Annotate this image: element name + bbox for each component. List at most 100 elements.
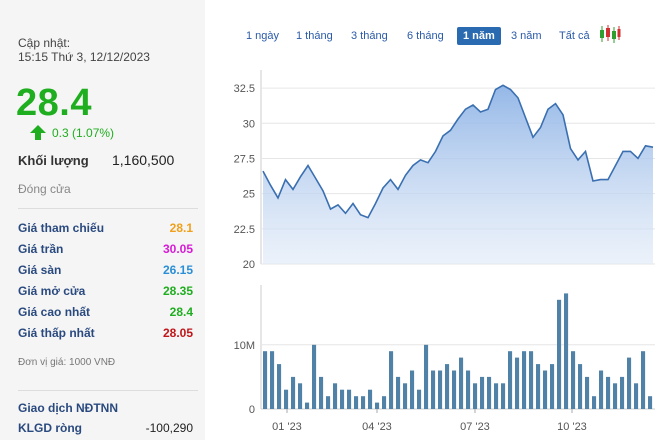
candlestick-icon[interactable] (599, 24, 621, 44)
row-value: 26.15 (162, 263, 193, 277)
volume-bar (592, 396, 597, 409)
tab-1-month[interactable]: 1 tháng (290, 27, 339, 45)
volume-bar (277, 364, 282, 409)
volume-bar (382, 396, 387, 409)
divider (18, 208, 198, 209)
volume-bar (578, 364, 583, 409)
y-tick-label: 20 (243, 259, 255, 270)
tab-1-year[interactable]: 1 năm (457, 27, 501, 45)
change-value: 0.3 (1.07%) (52, 126, 115, 140)
price-row-low: Giá thấp nhất 28.05 (18, 326, 193, 340)
x-tick-label: 01 '23 (272, 421, 302, 433)
row-value: 28.05 (162, 326, 193, 340)
volume-bar (361, 396, 366, 409)
volume-bar (333, 383, 338, 409)
volume-bar (648, 396, 653, 409)
volume-bar (284, 389, 289, 409)
volume-bar (599, 370, 604, 409)
foreign-trade-title: Giao dịch NĐTNN (18, 401, 119, 415)
row-label: Giá tham chiếu (18, 221, 105, 235)
volume-bar (431, 370, 436, 409)
volume-bar (522, 351, 527, 409)
row-value: 30.05 (162, 242, 193, 256)
tab-3-months[interactable]: 3 tháng (345, 27, 394, 45)
row-label: Giá trần (18, 242, 64, 256)
volume-bar (459, 357, 464, 409)
volume-bar (375, 402, 380, 409)
volume-bar (417, 389, 422, 409)
price-row-open: Giá mở cửa 28.35 (18, 284, 193, 298)
row-label: Giá thấp nhất (18, 326, 95, 340)
volume-bar (557, 299, 562, 409)
volume-bar (550, 364, 555, 409)
tab-1-day[interactable]: 1 ngày (240, 27, 285, 45)
volume-bar (326, 396, 331, 409)
row-label: Giá cao nhất (18, 305, 91, 319)
update-label: Cập nhật: (18, 36, 71, 50)
row-label: Giá sàn (18, 263, 62, 277)
volume-bar (263, 351, 268, 409)
volume-bar (305, 402, 310, 409)
volume-bar (368, 389, 373, 409)
tab-6-months[interactable]: 6 tháng (401, 27, 450, 45)
x-tick-label: 10 '23 (557, 421, 587, 433)
volume-bar (347, 389, 352, 409)
volume-bar (291, 376, 296, 409)
volume-bar (529, 351, 534, 409)
volume-bar (403, 383, 408, 409)
volume-bar (501, 383, 506, 409)
summary-panel: Cập nhật: 15:15 Thứ 3, 12/12/2023 28.4 0… (0, 0, 205, 440)
volume-bar (445, 364, 450, 409)
price-area (263, 85, 653, 264)
volume-bar (564, 293, 569, 409)
market-status: Đóng cửa (18, 182, 71, 196)
volume-bar (410, 370, 415, 409)
volume-bar (641, 351, 646, 409)
foreign-net-row: KLGD ròng -100,290 (18, 421, 193, 435)
volume-bar (473, 383, 478, 409)
volume-bar (620, 376, 625, 409)
volume-bar (627, 357, 632, 409)
row-value: 28.1 (169, 221, 193, 235)
volume-bar (354, 396, 359, 409)
arrow-up-icon (30, 125, 46, 141)
foreign-net-label: KLGD ròng (18, 421, 82, 435)
volume-bar (438, 370, 443, 409)
x-tick-label: 04 '23 (362, 421, 392, 433)
volume-bar (298, 383, 303, 409)
volume-value: 1,160,500 (112, 152, 175, 168)
y-tick-label: 30 (243, 118, 255, 130)
volume-bar (571, 351, 576, 409)
update-info: Cập nhật: 15:15 Thứ 3, 12/12/2023 (18, 36, 150, 64)
volume-bar (508, 351, 513, 409)
tab-all[interactable]: Tất cả (553, 27, 596, 45)
row-value: 28.35 (162, 284, 193, 298)
foreign-net-value: -100,290 (145, 421, 193, 435)
y-tick-label: 32.5 (234, 83, 255, 95)
price-row-high: Giá cao nhất 28.4 (18, 305, 193, 319)
volume-chart: 0 10M 01 '23 04 '23 07 '23 10 '23 (234, 285, 655, 433)
volume-bar (494, 383, 499, 409)
x-tick-label: 07 '23 (460, 421, 490, 433)
volume-bar (536, 364, 541, 409)
price-chart: 20 22.5 25 27.5 30 32.5 (234, 70, 655, 270)
row-label: Giá mở cửa (18, 284, 86, 298)
divider (18, 390, 198, 391)
volume-bar (585, 376, 590, 409)
volume-bar (389, 351, 394, 409)
volume-bar (424, 344, 429, 409)
y-tick-label: 10M (234, 340, 255, 352)
current-price: 28.4 (16, 82, 92, 124)
volume-bar (543, 370, 548, 409)
price-row-floor: Giá sàn 26.15 (18, 263, 193, 277)
volume-bar (634, 383, 639, 409)
price-row-ceiling: Giá trần 30.05 (18, 242, 193, 256)
volume-bar (487, 376, 492, 409)
tab-3-years[interactable]: 3 năm (505, 27, 548, 45)
volume-bar (480, 376, 485, 409)
volume-bar (270, 351, 275, 409)
volume-bar (606, 376, 611, 409)
volume-bar (319, 376, 324, 409)
price-change: 0.3 (1.07%) (30, 125, 114, 141)
volume-bar (312, 344, 317, 409)
